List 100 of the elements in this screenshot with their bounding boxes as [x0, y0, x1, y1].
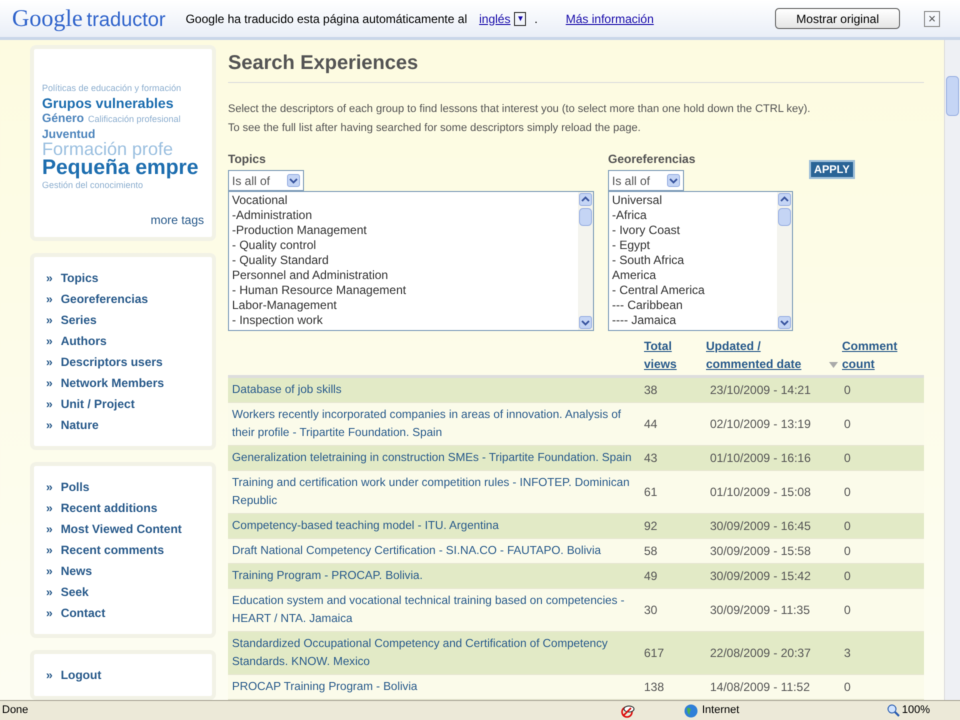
- experience-link[interactable]: Education system and vocational technical training based on competencies - HEART / NTA. Jamaica: [228, 589, 640, 631]
- experience-link[interactable]: Draft National Competency Certification - SI.NA.CO - FAUTAPO. Bolivia: [228, 539, 640, 563]
- instruction-text: Select the descriptors of each group to find lessons that interest you (to select more than one hold down the CTRL key).: [228, 102, 812, 117]
- more-tags-link[interactable]: more tags: [150, 211, 204, 229]
- list-option[interactable]: Labor-Management: [232, 298, 575, 313]
- operator-select[interactable]: Is all of: [608, 170, 684, 191]
- list-option[interactable]: America: [612, 268, 774, 283]
- menu-link[interactable]: News: [60, 562, 92, 580]
- tag-link[interactable]: Grupos vulnerables: [42, 96, 174, 111]
- bullet: »: [46, 354, 53, 371]
- list-option[interactable]: -Africa: [612, 208, 774, 223]
- experience-link[interactable]: PROCAP Training Program - Bolivia: [228, 675, 640, 699]
- menu-link[interactable]: Recent additions: [60, 500, 158, 516]
- list-option[interactable]: - Quality control: [232, 238, 575, 253]
- menu-link[interactable]: Seek: [60, 584, 89, 600]
- more-info-link[interactable]: Más información: [566, 10, 654, 28]
- logo-product: traductor: [86, 8, 166, 32]
- bullet: »: [46, 291, 53, 308]
- scroll-down-icon[interactable]: [579, 316, 592, 329]
- list-option[interactable]: - Quality Standard: [232, 253, 575, 268]
- scroll-down-icon[interactable]: [778, 316, 791, 329]
- menu-link[interactable]: Most Viewed Content: [60, 520, 182, 538]
- scrollbar[interactable]: [777, 192, 792, 330]
- filter-label: Georeferencias: [608, 151, 696, 168]
- menu-link[interactable]: Contact: [60, 604, 106, 622]
- close-button[interactable]: ×: [924, 10, 940, 26]
- column-header-link[interactable]: Updated / commented date: [706, 337, 828, 373]
- blocked-eye-icon: [620, 704, 636, 718]
- menu-link[interactable]: Unit / Project: [60, 396, 135, 412]
- bullet: »: [46, 396, 53, 413]
- experience-link[interactable]: Standardized Occupational Competency and Certification of Competency Standards. KNOW. Mexico: [228, 632, 640, 674]
- zone-text: Internet: [702, 703, 740, 718]
- menu-link[interactable]: Recent comments: [60, 542, 164, 558]
- comments-cell-text: 0: [843, 450, 852, 467]
- page-scrollbar[interactable]: [944, 40, 960, 700]
- menu-link[interactable]: Polls: [60, 478, 90, 496]
- comments-cell-text: 0: [843, 568, 852, 585]
- translate-message: Google ha traducido esta página automáticamente al: [186, 10, 468, 28]
- comments-cell-text: 0: [843, 679, 852, 696]
- menu-link[interactable]: Series: [60, 312, 97, 328]
- experience-link[interactable]: Generalization teletraining in construction SMEs - Tripartite Foundation. Spain: [228, 446, 640, 470]
- experience-link[interactable]: Database of job skills: [228, 378, 640, 402]
- experience-link[interactable]: Workers recently incorporated companies in areas of innovation. Analysis of their profile - Tripartite Foundation. Spain: [228, 403, 640, 445]
- scroll-down-icon[interactable]: [667, 174, 680, 187]
- bullet: »: [46, 333, 53, 350]
- menu-link[interactable]: Authors: [60, 332, 107, 350]
- menu-link[interactable]: Network Members: [60, 374, 164, 392]
- experience-link[interactable]: Training and certification work under competition rules - INFOTEP. Dominican Republic: [228, 471, 640, 513]
- scrollbar[interactable]: [578, 192, 593, 330]
- experience-link[interactable]: Training Program - PROCAP. Bolivia.: [228, 564, 640, 588]
- views-cell-text: 138: [643, 679, 666, 696]
- list-option[interactable]: Universal: [612, 193, 774, 208]
- views-cell-text: 92: [643, 518, 658, 535]
- language-dropdown[interactable]: ▼: [514, 12, 526, 26]
- list-option[interactable]: ---- Jamaica: [612, 313, 774, 328]
- list-option[interactable]: Personnel and Administration: [232, 268, 575, 283]
- menu-link[interactable]: Nature: [60, 416, 99, 434]
- options-listbox[interactable]: Universal -Africa - Ivory Coast - Egypt - South Africa America - Central America --- Caribbean ---- Jamaica: [608, 191, 793, 331]
- bullet: »: [46, 667, 53, 684]
- menu-link[interactable]: Descriptors users: [60, 354, 163, 370]
- list-option[interactable]: - South Africa: [612, 253, 774, 268]
- list-option[interactable]: - Egypt: [612, 238, 774, 253]
- views-cell-text: 61: [643, 484, 658, 501]
- comments-cell-text: 0: [843, 518, 852, 535]
- menu-link[interactable]: Topics: [60, 270, 98, 286]
- column-header-link[interactable]: Comment count: [842, 337, 906, 373]
- list-option[interactable]: - Human Resource Management: [232, 283, 575, 298]
- experience-link[interactable]: Competency-based teaching model - ITU. Argentina: [228, 514, 640, 538]
- apply-button[interactable]: APPLY: [809, 160, 855, 179]
- language-link[interactable]: inglés: [479, 10, 510, 28]
- tag-link[interactable]: Género: [42, 111, 84, 126]
- list-option[interactable]: -Production Management: [232, 223, 575, 238]
- page-title: Search Experiences: [228, 48, 924, 83]
- list-option[interactable]: - Inspection work: [232, 313, 575, 328]
- bullet: »: [46, 479, 53, 496]
- zoom-icon[interactable]: [886, 704, 900, 717]
- date-cell-text: 30/09/2009 - 15:58: [709, 543, 812, 560]
- views-cell-text: 30: [643, 602, 658, 619]
- bullet: »: [46, 375, 53, 392]
- list-option[interactable]: -Administration: [232, 208, 575, 223]
- operator-select[interactable]: Is all of: [228, 170, 304, 191]
- scroll-up-icon[interactable]: [778, 193, 791, 206]
- separator-text: .: [534, 10, 538, 28]
- options-listbox[interactable]: Vocational -Administration -Production Management - Quality control - Quality Standard Personnel and Administration - Human Resource Management Labor-Management - Inspection work: [228, 191, 594, 331]
- date-cell-text: 30/09/2009 - 11:35: [709, 602, 811, 619]
- scroll-thumb[interactable]: [579, 208, 592, 226]
- comments-cell-text: 3: [843, 645, 852, 662]
- list-option[interactable]: - Ivory Coast: [612, 223, 774, 238]
- show-original-button[interactable]: Mostrar original: [775, 8, 900, 29]
- zoom-level[interactable]: 100%: [902, 702, 930, 719]
- scroll-thumb[interactable]: [778, 208, 791, 226]
- menu-link[interactable]: Logout: [60, 666, 102, 684]
- list-option[interactable]: --- Caribbean: [612, 298, 774, 313]
- tag-link[interactable]: Juventud: [42, 127, 96, 142]
- scroll-up-icon[interactable]: [579, 193, 592, 206]
- list-option[interactable]: Vocational: [232, 193, 575, 208]
- menu-link[interactable]: Georeferencias: [60, 290, 148, 308]
- column-header-link[interactable]: Total views: [644, 337, 684, 373]
- list-option[interactable]: - Central America: [612, 283, 774, 298]
- scroll-down-icon[interactable]: [287, 174, 300, 187]
